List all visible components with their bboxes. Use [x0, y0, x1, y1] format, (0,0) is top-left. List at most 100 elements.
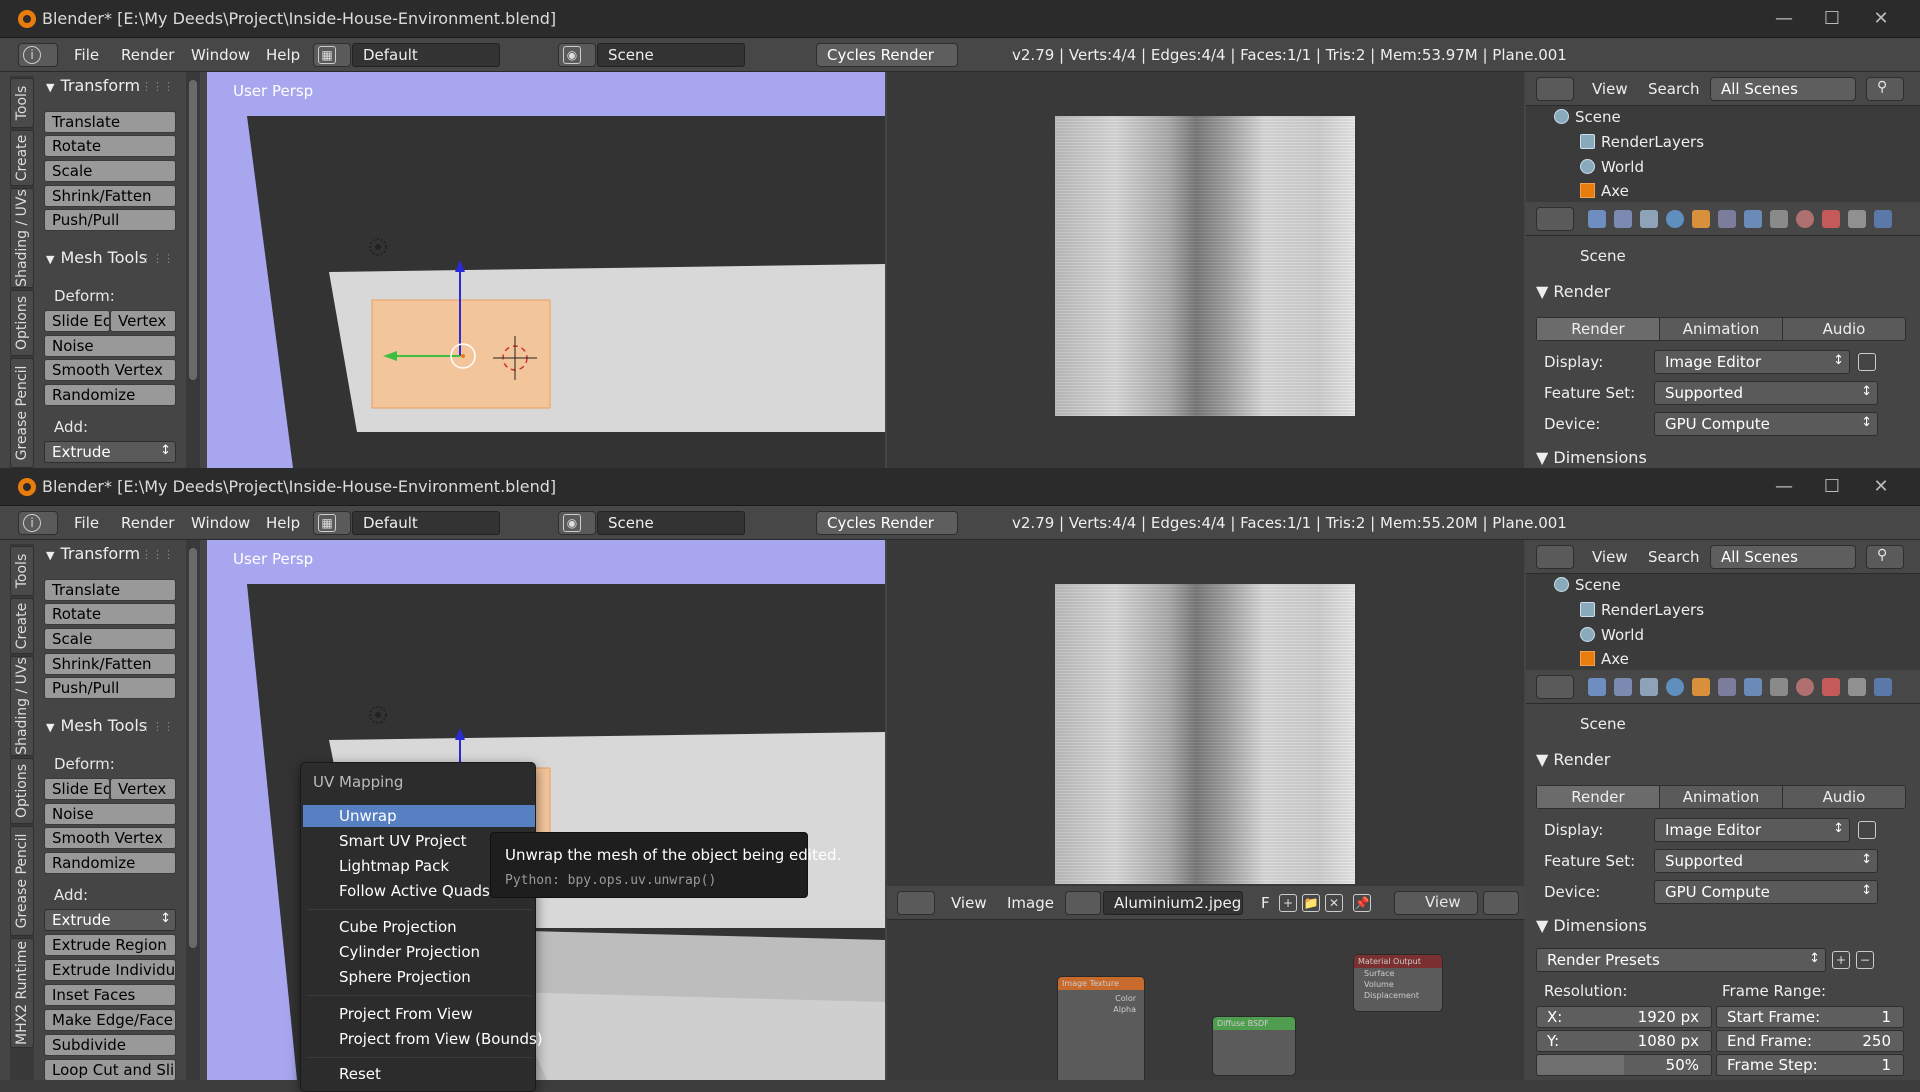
- rotate-button[interactable]: Rotate: [44, 135, 176, 157]
- device-dropdown[interactable]: GPU Compute: [1654, 412, 1878, 436]
- extrude-dropdown[interactable]: Extrude: [44, 441, 176, 463]
- diffuse-bsdf-node[interactable]: Diffuse BSDF: [1212, 1016, 1296, 1076]
- tab-shading-uvs[interactable]: Shading / UVs: [10, 656, 34, 756]
- render-panel-header[interactable]: ▼ Render: [1536, 750, 1610, 769]
- feature-set-dropdown[interactable]: Supported: [1654, 849, 1878, 873]
- menu-render[interactable]: Render: [121, 514, 174, 532]
- push-pull-button[interactable]: Push/Pull: [44, 209, 176, 231]
- open-image-icon[interactable]: 📁: [1302, 894, 1320, 912]
- tab-tools[interactable]: Tools: [10, 546, 34, 596]
- resolution-percentage-slider[interactable]: 50%: [1536, 1054, 1712, 1076]
- transform-panel-header[interactable]: ▼ Transform: [46, 544, 140, 563]
- lock-icon[interactable]: [1858, 821, 1876, 839]
- outliner-search-menu[interactable]: Search: [1648, 80, 1700, 98]
- scene-selector-button[interactable]: ◉: [558, 511, 596, 535]
- render-tab-icon[interactable]: [1588, 678, 1606, 696]
- outliner-item-renderlayers[interactable]: RenderLayers: [1580, 133, 1704, 151]
- scene-tab-icon[interactable]: [1640, 678, 1658, 696]
- outliner-editor-type-button[interactable]: [1536, 77, 1574, 101]
- rotate-button[interactable]: Rotate: [44, 603, 176, 625]
- subdivide-button[interactable]: Subdivide: [44, 1034, 176, 1056]
- texture-tab-icon[interactable]: [1822, 210, 1840, 228]
- smooth-vertex-button[interactable]: Smooth Vertex: [44, 827, 176, 849]
- outliner-search-button[interactable]: ⚲: [1866, 545, 1904, 569]
- panel-grip-icon[interactable]: ⋮⋮⋮: [141, 548, 174, 561]
- screen-layout-field[interactable]: Default: [352, 511, 500, 535]
- image-menu[interactable]: Image: [1007, 894, 1054, 912]
- outliner-item-renderlayers[interactable]: RenderLayers: [1580, 601, 1704, 619]
- image-editor-type-button[interactable]: [897, 891, 935, 915]
- editor-type-button[interactable]: i: [18, 511, 58, 535]
- image-name-field[interactable]: Aluminium2.jpeg: [1103, 891, 1243, 915]
- scrollbar-thumb[interactable]: [189, 80, 197, 380]
- transform-panel-header[interactable]: ▼ Transform: [46, 76, 140, 95]
- image-editor[interactable]: [887, 540, 1524, 886]
- scrollbar-thumb[interactable]: [189, 548, 197, 948]
- world-tab-icon[interactable]: [1666, 210, 1684, 228]
- translate-button[interactable]: Translate: [44, 579, 176, 601]
- close-icon[interactable]: ✕: [1868, 474, 1894, 500]
- shrink-fatten-button[interactable]: Shrink/Fatten: [44, 653, 176, 675]
- device-dropdown[interactable]: GPU Compute: [1654, 880, 1878, 904]
- physics-tab-icon[interactable]: [1874, 678, 1892, 696]
- fake-user-toggle[interactable]: F: [1261, 894, 1270, 912]
- outliner-item-scene[interactable]: Scene: [1554, 576, 1621, 594]
- object-tab-icon[interactable]: [1692, 210, 1710, 228]
- world-tab-icon[interactable]: [1666, 678, 1684, 696]
- slide-vertex-button[interactable]: Vertex: [110, 778, 176, 800]
- new-image-icon[interactable]: +: [1279, 894, 1297, 912]
- menu-item-cube-projection[interactable]: Cube Projection: [303, 916, 535, 938]
- render-engine-dropdown[interactable]: Cycles Render: [816, 43, 958, 67]
- tab-grease-pencil[interactable]: Grease Pencil: [10, 826, 34, 936]
- mesh-tools-panel-header[interactable]: ▼ Mesh Tools: [46, 248, 147, 267]
- data-tab-icon[interactable]: [1770, 678, 1788, 696]
- frame-step-field[interactable]: Frame Step: 1: [1716, 1054, 1904, 1076]
- randomize-button[interactable]: Randomize: [44, 852, 176, 874]
- menu-file[interactable]: File: [74, 46, 99, 64]
- outliner-item-world[interactable]: World: [1580, 158, 1644, 176]
- image-view-menu[interactable]: View: [951, 894, 987, 912]
- remove-preset-icon[interactable]: −: [1856, 951, 1874, 969]
- screen-layout-button[interactable]: ▦: [313, 43, 351, 67]
- render-panel-header[interactable]: ▼ Render: [1536, 282, 1610, 301]
- make-edge-face-button[interactable]: Make Edge/Face: [44, 1009, 176, 1031]
- unlink-image-icon[interactable]: ✕: [1325, 894, 1343, 912]
- outliner-editor-type-button[interactable]: [1536, 545, 1574, 569]
- resolution-y-field[interactable]: Y: 1080 px: [1536, 1030, 1712, 1052]
- render-tab-icon[interactable]: [1588, 210, 1606, 228]
- end-frame-field[interactable]: End Frame: 250: [1716, 1030, 1904, 1052]
- tool-shelf-scrollbar[interactable]: [186, 540, 200, 1080]
- render-engine-dropdown[interactable]: Cycles Render: [816, 511, 958, 535]
- particles-tab-icon[interactable]: [1848, 210, 1866, 228]
- texture-tab-icon[interactable]: [1822, 678, 1840, 696]
- data-tab-icon[interactable]: [1770, 210, 1788, 228]
- start-frame-field[interactable]: Start Frame: 1: [1716, 1006, 1904, 1028]
- material-tab-icon[interactable]: [1796, 678, 1814, 696]
- constraints-tab-icon[interactable]: [1718, 210, 1736, 228]
- menu-item-cylinder-projection[interactable]: Cylinder Projection: [303, 941, 535, 963]
- screen-layout-button[interactable]: ▦: [313, 511, 351, 535]
- dimensions-panel-header[interactable]: ▼ Dimensions: [1536, 448, 1647, 467]
- dimensions-panel-header[interactable]: ▼ Dimensions: [1536, 916, 1647, 935]
- maximize-icon[interactable]: ☐: [1819, 6, 1845, 32]
- render-layers-tab-icon[interactable]: [1614, 210, 1632, 228]
- display-dropdown[interactable]: Image Editor: [1654, 350, 1850, 374]
- resolution-x-field[interactable]: X: 1920 px: [1536, 1006, 1712, 1028]
- menu-window[interactable]: Window: [191, 514, 250, 532]
- render-presets-dropdown[interactable]: Render Presets: [1536, 948, 1826, 972]
- scene-selector-button[interactable]: ◉: [558, 43, 596, 67]
- tab-create[interactable]: Create: [10, 130, 34, 186]
- tab-grease-pencil[interactable]: Grease Pencil: [10, 358, 34, 468]
- image-browse-button[interactable]: [1065, 891, 1101, 915]
- tool-shelf-scrollbar[interactable]: [186, 72, 200, 468]
- tab-options[interactable]: Options: [10, 758, 34, 824]
- modifiers-tab-icon[interactable]: [1744, 210, 1762, 228]
- properties-editor-type-button[interactable]: [1536, 675, 1574, 699]
- outliner-view-menu[interactable]: View: [1592, 548, 1628, 566]
- scene-tab-icon[interactable]: [1640, 210, 1658, 228]
- outliner-item-axe[interactable]: Axe: [1580, 182, 1629, 200]
- display-channels-button[interactable]: [1483, 891, 1519, 915]
- tab-options[interactable]: Options: [10, 290, 34, 356]
- menu-file[interactable]: File: [74, 514, 99, 532]
- noise-button[interactable]: Noise: [44, 335, 176, 357]
